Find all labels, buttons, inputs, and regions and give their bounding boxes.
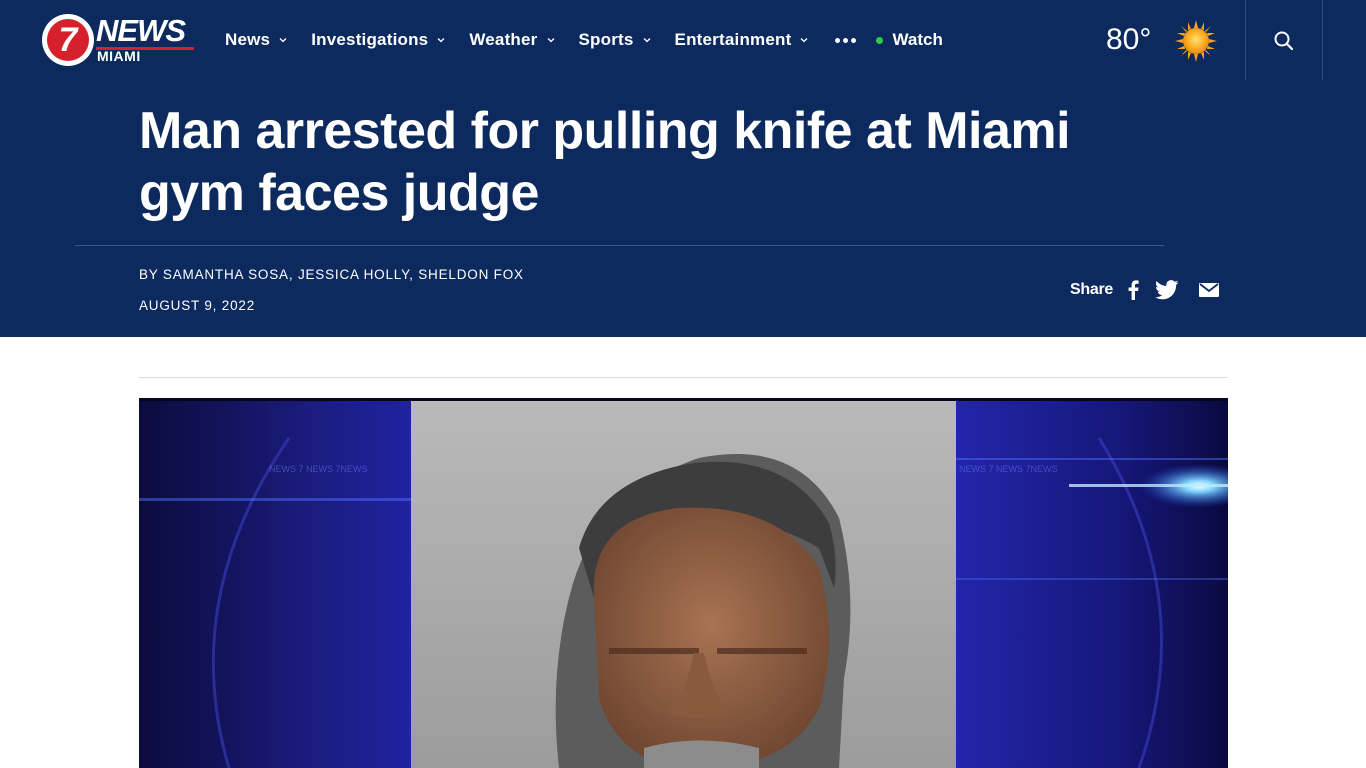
- more-dots-icon[interactable]: [835, 37, 857, 43]
- header-divider: [1322, 0, 1323, 80]
- nav-item-label: Weather: [469, 30, 538, 49]
- chevron-down-icon: [800, 38, 808, 43]
- headline-divider: [75, 245, 1164, 246]
- chevron-down-icon: [643, 38, 651, 43]
- chevron-down-icon: [279, 38, 287, 43]
- nav-item-label: News: [225, 30, 271, 49]
- nav-item-sports[interactable]: Sports: [579, 28, 652, 52]
- sun-icon[interactable]: [1175, 20, 1217, 62]
- content-divider: [139, 377, 1228, 378]
- nav-item-news[interactable]: News: [225, 28, 288, 52]
- nav-item-label: Investigations: [311, 30, 429, 49]
- logo-number: 7: [47, 19, 89, 61]
- share-bar: Share: [1070, 277, 1219, 303]
- facebook-icon[interactable]: [1127, 280, 1139, 300]
- nav-item-investigations[interactable]: Investigations: [311, 28, 446, 52]
- nav-item-entertainment[interactable]: Entertainment: [675, 28, 810, 52]
- nav-item-label: Sports: [578, 30, 634, 49]
- email-icon[interactable]: [1198, 282, 1219, 298]
- search-icon: [1274, 31, 1294, 51]
- chevron-down-icon: [547, 38, 554, 43]
- twitter-icon[interactable]: [1154, 280, 1179, 300]
- article-hero-image[interactable]: NEWS 7 NEWS 7NEWS NEWS 7 NEWS 7NEWS: [139, 398, 1228, 768]
- main-nav: News Investigations Weather Sports Enter…: [225, 28, 943, 52]
- nav-item-weather[interactable]: Weather: [469, 28, 555, 52]
- site-header: 7 NEWS MIAMI News Investigations Weather…: [0, 0, 1366, 337]
- nav-item-label: Entertainment: [674, 30, 792, 49]
- share-label: Share: [1070, 281, 1113, 298]
- watch-label: Watch: [892, 30, 943, 49]
- header-divider: [1245, 0, 1246, 80]
- article-byline: BY SAMANTHA SOSA, JESSICA HOLLY, SHELDON…: [139, 267, 524, 282]
- article-date: AUGUST 9, 2022: [139, 298, 256, 313]
- logo-city: MIAMI: [97, 48, 141, 64]
- watch-live-link[interactable]: Watch: [876, 28, 943, 52]
- hero-overlay-text: NEWS 7 NEWS 7NEWS: [959, 464, 1058, 474]
- site-logo[interactable]: 7 NEWS MIAMI: [42, 14, 197, 68]
- mugshot-photo: NEWS 7 NEWS 7NEWS NEWS 7 NEWS 7NEWS: [139, 398, 1228, 768]
- logo-word: NEWS: [96, 13, 186, 48]
- logo-badge: 7: [42, 14, 94, 66]
- article-headline: Man arrested for pulling knife at Miami …: [139, 102, 1071, 222]
- chevron-down-icon: [437, 38, 445, 43]
- live-indicator-dot: [876, 36, 884, 44]
- search-button[interactable]: [1265, 22, 1303, 60]
- hero-overlay-text: NEWS 7 NEWS 7NEWS: [269, 464, 368, 474]
- weather-temperature[interactable]: 80°: [1106, 22, 1151, 58]
